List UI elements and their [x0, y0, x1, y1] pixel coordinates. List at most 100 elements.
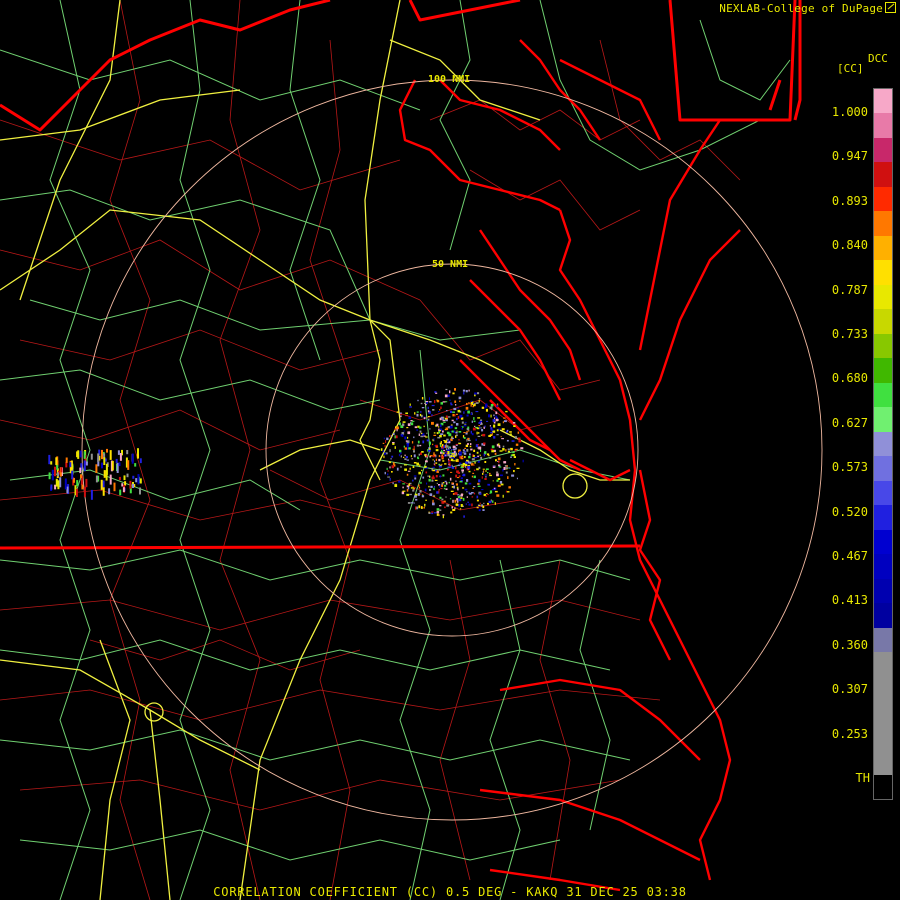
echo-pixel: [477, 485, 481, 487]
echo-pixel: [436, 513, 439, 516]
echo-pixel: [428, 512, 431, 514]
echo-pixel: [505, 449, 507, 452]
echo-pixel: [470, 463, 474, 466]
echo-pixel: [429, 475, 431, 478]
echo-pixel: [488, 414, 490, 418]
echo-pixel: [445, 445, 449, 448]
external-link-icon[interactable]: [885, 2, 896, 13]
echo-pixel: [421, 407, 425, 409]
echo-pixel: [402, 490, 406, 492]
echo-pixel: [473, 457, 477, 459]
echo-pixel: [439, 464, 442, 466]
echo-pixel: [493, 424, 496, 428]
echo-pixel: [406, 488, 409, 492]
echo-pixel: [482, 473, 484, 475]
echo-pixel: [417, 456, 419, 459]
echo-pixel: [500, 483, 504, 486]
color-scale-tick: 0.520: [831, 504, 868, 519]
echo-pixel: [451, 506, 453, 509]
echo-pixel: [494, 417, 496, 420]
echo-pixel: [426, 419, 428, 422]
echo-pixel: [518, 439, 522, 443]
echo-pixel: [420, 481, 422, 484]
echo-pixel: [410, 422, 414, 426]
echo-pixel: [97, 453, 100, 462]
echo-pixel: [464, 423, 467, 425]
echo-pixel: [410, 502, 414, 504]
echo-pixel: [476, 495, 479, 499]
echo-pixel: [69, 462, 72, 468]
echo-pixel: [456, 418, 458, 421]
echo-pixel: [436, 508, 440, 511]
echo-pixel: [406, 459, 409, 461]
echo-pixel: [494, 502, 496, 505]
echo-pixel: [473, 449, 476, 452]
echo-pixel: [404, 454, 406, 457]
echo-pixel: [417, 440, 420, 444]
echo-pixel: [471, 496, 474, 498]
echo-pixel: [466, 479, 469, 482]
echo-pixel: [487, 472, 489, 474]
color-swatch: [874, 701, 892, 727]
echo-pixel: [392, 442, 395, 444]
credit-text[interactable]: NEXLAB-College of DuPage: [719, 2, 896, 15]
echo-pixel: [85, 461, 88, 466]
echo-pixel: [478, 479, 481, 483]
echo-pixel: [135, 478, 138, 483]
echo-pixel: [454, 400, 457, 403]
echo-pixel: [407, 423, 411, 426]
echo-pixel: [447, 469, 450, 471]
credit-label[interactable]: NEXLAB-College of DuPage: [719, 2, 883, 15]
echo-pixel: [465, 461, 467, 464]
echo-pixel: [488, 500, 492, 504]
echo-pixel: [471, 503, 473, 507]
echo-pixel: [473, 486, 476, 488]
echo-pixel: [126, 473, 129, 478]
echo-pixel: [477, 435, 481, 437]
echo-pixel: [460, 466, 464, 469]
echo-pixel: [442, 446, 444, 449]
echo-pixel: [498, 461, 500, 464]
echo-pixel: [387, 476, 391, 478]
echo-pixel: [458, 431, 462, 433]
echo-pixel: [450, 511, 453, 514]
echo-pixel: [455, 404, 457, 406]
echo-pixel: [457, 496, 460, 499]
echo-pixel: [472, 427, 476, 431]
echo-pixel: [432, 499, 434, 503]
color-swatch: [874, 113, 892, 139]
echo-pixel: [502, 421, 504, 424]
color-swatch: [874, 162, 892, 188]
echo-pixel: [442, 474, 445, 477]
color-swatch: [874, 578, 892, 604]
echo-pixel: [473, 475, 476, 479]
echo-pixel: [454, 458, 457, 460]
echo-pixel: [428, 401, 432, 403]
echo-pixel: [469, 453, 471, 456]
echo-pixel: [101, 462, 103, 469]
echo-pixel: [473, 469, 476, 471]
echo-pixel: [118, 462, 121, 467]
echo-pixel: [445, 496, 447, 498]
echo-pixel: [453, 430, 456, 433]
echo-pixel: [505, 471, 508, 474]
echo-pixel: [472, 405, 475, 408]
echo-pixel: [511, 474, 515, 477]
echo-pixel: [466, 496, 468, 498]
echo-pixel: [65, 457, 68, 463]
echo-pixel: [445, 415, 448, 418]
echo-pixel: [419, 490, 422, 493]
echo-pixel: [437, 436, 441, 439]
color-swatch: [874, 750, 892, 775]
echo-pixel: [50, 461, 53, 465]
echo-pixel: [60, 467, 63, 473]
echo-pixel: [448, 441, 451, 444]
echo-pixel: [412, 489, 415, 492]
echo-pixel: [492, 419, 495, 422]
color-swatch: [874, 676, 892, 702]
echo-pixel: [434, 391, 437, 393]
echo-pixel: [411, 441, 414, 444]
echo-pixel: [470, 430, 472, 434]
color-scale-tick: TH: [855, 771, 870, 785]
echo-pixel: [119, 489, 122, 496]
